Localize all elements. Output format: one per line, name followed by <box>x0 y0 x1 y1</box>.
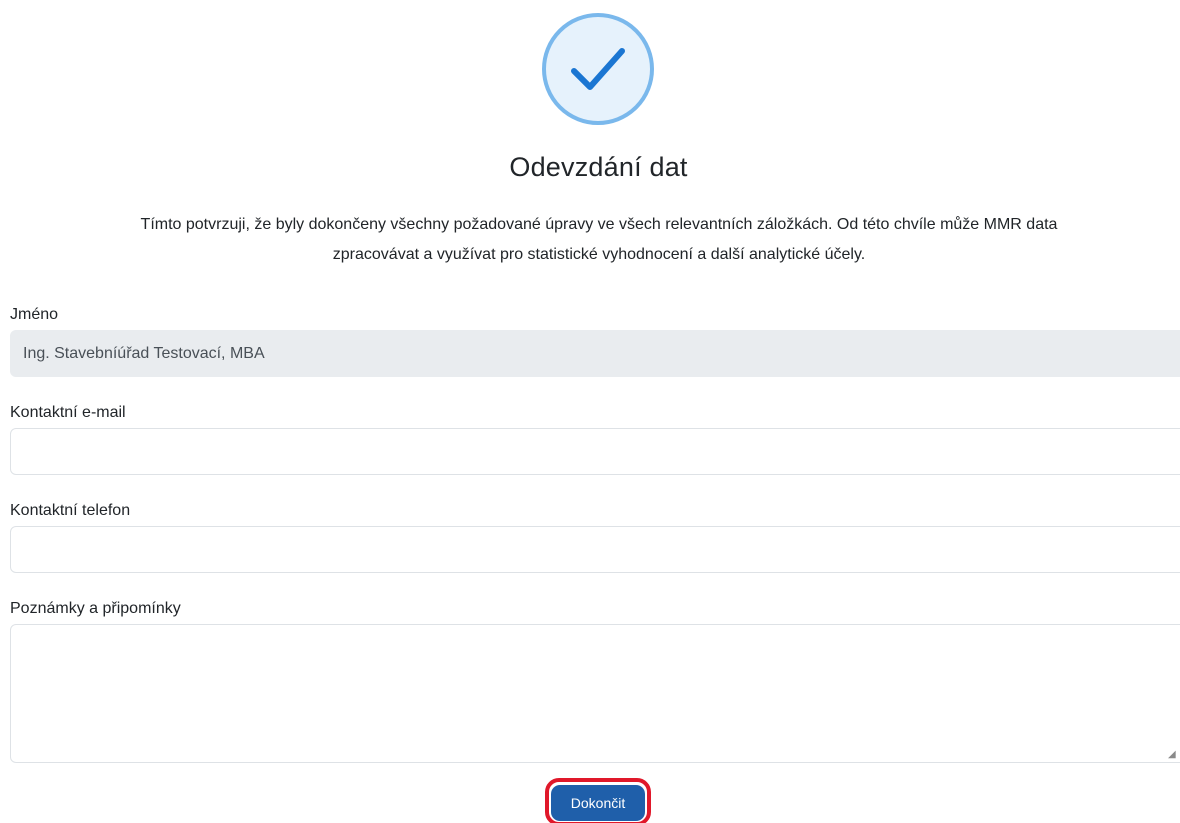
email-field[interactable] <box>10 428 1180 475</box>
submission-page: Odevzdání dat Tímto potvrzuji, že byly d… <box>0 0 1180 823</box>
confirmation-text-line-2: zpracovávat a využívat pro statistické v… <box>332 246 866 263</box>
notes-textarea[interactable] <box>10 624 1180 763</box>
check-icon <box>571 48 625 90</box>
phone-label: Kontaktní telefon <box>10 502 131 519</box>
name-label: Jméno <box>10 306 59 323</box>
submit-button[interactable]: Dokončit <box>551 785 645 821</box>
page-title: Odevzdání dat <box>509 152 688 182</box>
confirmation-text: Tímto potvrzuji, že byly dokončeny všech… <box>10 210 1180 270</box>
success-badge <box>542 13 654 125</box>
name-field <box>10 330 1180 377</box>
resize-grip-icon[interactable]: ◢ <box>1168 750 1178 760</box>
notes-label: Poznámky a připomínky <box>10 600 181 617</box>
phone-field[interactable] <box>10 526 1180 573</box>
email-label: Kontaktní e-mail <box>10 404 126 421</box>
confirmation-text-line-1: Tímto potvrzuji, že byly dokončeny všech… <box>140 216 1058 233</box>
